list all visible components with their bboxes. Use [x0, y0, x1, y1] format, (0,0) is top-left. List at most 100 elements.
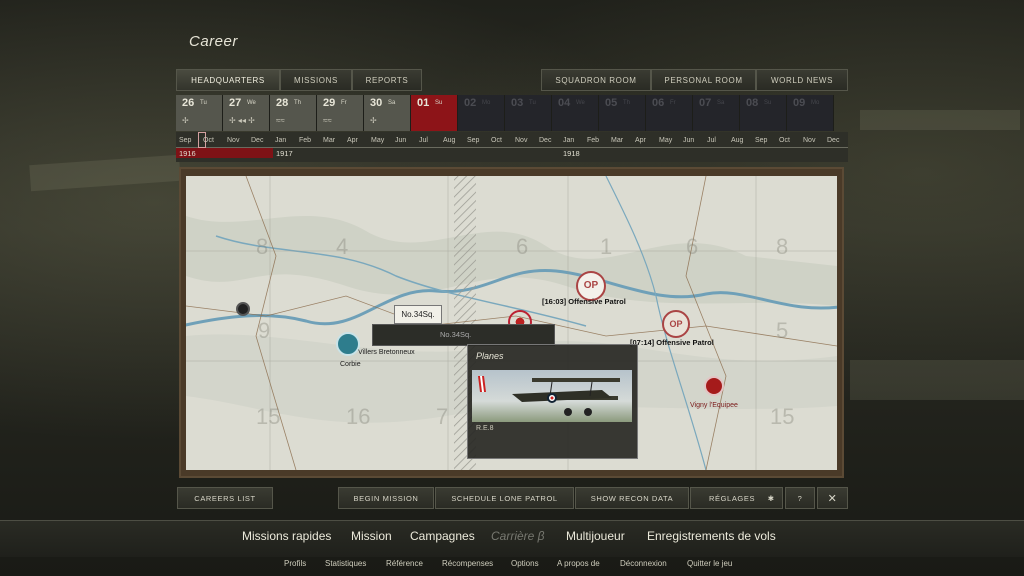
calendar-day[interactable]: 05 Th: [599, 95, 646, 131]
submenu-rewards[interactable]: Récompenses: [442, 559, 493, 568]
begin-mission-button[interactable]: BEGIN MISSION: [338, 487, 434, 509]
calendar-day-number: 26: [182, 97, 195, 109]
calendar-day[interactable]: 02 Mo: [458, 95, 505, 131]
page-title: Career: [189, 33, 238, 50]
calendar-day-number: 02: [464, 97, 477, 109]
calendar-day[interactable]: 27 We ✢ ◂◂ ✢: [223, 95, 270, 131]
calendar-day-number: 27: [229, 97, 242, 109]
calendar-day-number: 05: [605, 97, 618, 109]
plane-name: R.E.8: [476, 425, 494, 432]
timeline-month-label: Aug: [443, 137, 456, 144]
timeline-month-label: May: [659, 137, 673, 144]
town-label: Corbie: [340, 361, 361, 368]
timeline-month-label: Jan: [275, 137, 287, 144]
map-grid-number: 7: [436, 404, 449, 429]
campaign-timeline[interactable]: 1916 1917 1918 Sep Oct Nov Dec Jan Feb Mar Apr M…: [176, 132, 848, 162]
calendar-day-number: 04: [558, 97, 571, 109]
timeline-month-label: Nov: [515, 137, 528, 144]
calendar-day[interactable]: 30 Sa ✢: [364, 95, 411, 131]
menu-career[interactable]: Carrière β: [491, 529, 545, 543]
calendar-day-name: Fr: [341, 100, 347, 106]
calendar-day-number: 03: [511, 97, 524, 109]
submenu-statistics[interactable]: Statistiques: [325, 559, 366, 568]
tab-world-news[interactable]: WORLD NEWS: [756, 69, 848, 91]
timeline-month-label: Nov: [227, 137, 240, 144]
submenu-profiles[interactable]: Profils: [284, 559, 306, 568]
tab-personal-room[interactable]: PERSONAL ROOM: [651, 69, 756, 91]
offensive-patrol-icon[interactable]: OP: [662, 310, 690, 338]
calendar-day-number: 09: [793, 97, 806, 109]
timeline-month-label: Oct: [491, 137, 502, 144]
biplane-illustration: [478, 376, 620, 416]
timeline-month-label: Sep: [467, 137, 480, 144]
calendar-day[interactable]: 03 Tu: [505, 95, 552, 131]
timeline-month-label: Oct: [203, 137, 214, 144]
menu-campaigns[interactable]: Campagnes: [410, 529, 475, 543]
weather-icon: ≈≈: [276, 116, 285, 125]
calendar-day-number: 29: [323, 97, 336, 109]
calendar-day[interactable]: 04 We: [552, 95, 599, 131]
close-icon: ✕: [827, 493, 838, 505]
enemy-airfield-icon[interactable]: [704, 376, 724, 396]
town-label: Villers Bretonneux: [358, 349, 415, 356]
calendar-day[interactable]: 26 Tu ✢: [176, 95, 223, 131]
calendar-day-name: Mo: [482, 100, 491, 106]
submenu-reference[interactable]: Référence: [386, 559, 423, 568]
timeline-month-label: May: [371, 137, 385, 144]
submenu-about[interactable]: A propos de: [557, 559, 600, 568]
map-grid-number: 8: [256, 234, 269, 259]
timeline-month-label: Jun: [683, 137, 695, 144]
submenu-options[interactable]: Options: [511, 559, 539, 568]
timeline-month-label: Mar: [323, 137, 336, 144]
menu-flight-records[interactable]: Enregistrements de vols: [647, 529, 776, 543]
timeline-month-label: Apr: [635, 137, 646, 144]
calendar-day[interactable]: 29 Fr ≈≈: [317, 95, 364, 131]
calendar-day-name: Tu: [200, 100, 207, 106]
plane-image: [472, 370, 632, 422]
show-recon-data-button[interactable]: SHOW RECON DATA: [575, 487, 689, 509]
calendar-day[interactable]: 28 Th ≈≈: [270, 95, 317, 131]
schedule-lone-patrol-button[interactable]: SCHEDULE LONE PATROL: [435, 487, 574, 509]
year-label: 1916: [179, 149, 196, 158]
help-button[interactable]: ?: [785, 487, 815, 509]
timeline-month-label: Dec: [251, 137, 264, 144]
careers-list-button[interactable]: CAREERS LIST: [177, 487, 273, 509]
weather-icon: ≈≈: [323, 116, 332, 125]
calendar-day[interactable]: 08 Su: [740, 95, 787, 131]
timeline-month-label: Sep: [755, 137, 768, 144]
settings-button[interactable]: RÉGLAGES ✱: [690, 487, 783, 509]
timeline-month-label: Dec: [539, 137, 552, 144]
calendar-day-name: Su: [764, 100, 772, 106]
planes-panel-title: Planes: [476, 351, 504, 361]
tab-missions[interactable]: MISSIONS: [280, 69, 352, 91]
timeline-month-label: Jul: [419, 137, 428, 144]
menu-quick-missions[interactable]: Missions rapides: [242, 529, 331, 543]
timeline-month-label: Dec: [827, 137, 840, 144]
menu-multiplayer[interactable]: Multijoueur: [566, 529, 625, 543]
patrol-label: [16:03] Offensive Patrol: [542, 297, 626, 306]
tab-headquarters[interactable]: HEADQUARTERS: [176, 69, 280, 91]
calendar-day[interactable]: 06 Fr: [646, 95, 693, 131]
timeline-month-label: Sep: [179, 137, 192, 144]
submenu-logout[interactable]: Déconnexion: [620, 559, 667, 568]
squadron-tooltip: No.34Sq.: [394, 305, 442, 324]
close-button[interactable]: ✕: [817, 487, 848, 509]
calendar-day-name: Tu: [529, 100, 536, 106]
weather-icon: ✢: [182, 116, 189, 125]
help-icon: ?: [797, 494, 803, 503]
calendar-day[interactable]: 09 Mo: [787, 95, 834, 131]
map-grid-number: 1: [600, 234, 613, 259]
calendar-day-number: 06: [652, 97, 665, 109]
timeline-month-label: Feb: [299, 137, 312, 144]
menu-mission[interactable]: Mission: [351, 529, 392, 543]
tab-squadron-room[interactable]: SQUADRON ROOM: [541, 69, 651, 91]
submenu-quit-game[interactable]: Quitter le jeu: [687, 559, 732, 568]
map-grid-number: 15: [256, 404, 281, 429]
calendar-day[interactable]: 01 Su: [411, 95, 458, 131]
calendar-day-number: 01: [417, 97, 430, 109]
calendar-day[interactable]: 07 Sa: [693, 95, 740, 131]
calendar-day-name: Th: [294, 100, 302, 106]
airfield-icon[interactable]: [336, 332, 360, 356]
calendar-day-name: Sa: [388, 100, 396, 106]
tab-reports[interactable]: REPORTS: [352, 69, 422, 91]
